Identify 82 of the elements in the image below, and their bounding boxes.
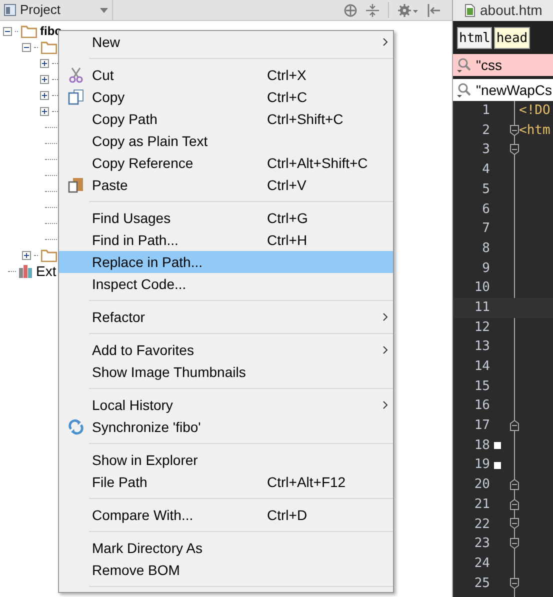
menu-item[interactable]: Compare With... Ctrl+D (59, 504, 393, 526)
fold-marker-icon[interactable] (510, 124, 519, 136)
line-number: 17 (473, 417, 490, 436)
expand-icon[interactable] (22, 250, 31, 260)
line-number: 9 (481, 260, 490, 278)
menu-item[interactable]: Local History (59, 394, 393, 416)
line-number: 21 (473, 496, 490, 514)
menu-item[interactable]: Paste Ctrl+V (59, 174, 393, 196)
gear-icon[interactable] (398, 4, 418, 16)
fold-marker-icon[interactable] (510, 498, 519, 510)
menu-item[interactable]: Copy Ctrl+C (59, 86, 393, 108)
menu-item[interactable]: Find in Path... Ctrl+H (59, 229, 393, 251)
panel-title: Project (20, 1, 60, 20)
menu-item[interactable]: Copy Path Ctrl+Shift+C (59, 108, 393, 130)
search-icon (456, 57, 472, 73)
fold-marker-icon[interactable] (510, 578, 519, 588)
fold-marker-icon[interactable] (510, 538, 519, 550)
line-number: 24 (473, 554, 490, 573)
folder-icon (41, 40, 57, 54)
menu-item[interactable]: Mark Directory As (59, 537, 393, 559)
line-number: 15 (473, 378, 490, 396)
line-number: 23 (473, 535, 490, 554)
folder-icon (21, 24, 37, 38)
crosshair-icon[interactable] (344, 4, 357, 16)
line-number: 18 (473, 436, 490, 455)
line-number: 3 (481, 141, 490, 160)
file-icon (465, 4, 475, 17)
line-number: 25 (473, 574, 490, 593)
code-text: <!DO (519, 102, 550, 120)
library-icon (19, 264, 33, 278)
caret-icon (100, 8, 108, 12)
editor-tab[interactable]: about.htm (453, 0, 553, 21)
pin-icon[interactable] (427, 4, 440, 16)
code-text: <htm (519, 122, 550, 140)
sticky-context-row[interactable]: "newWapCs (453, 79, 553, 101)
line-number: 19 (473, 456, 490, 474)
line-number: 11 (473, 298, 490, 317)
search-icon (456, 82, 472, 98)
expand-icon[interactable] (40, 90, 49, 100)
line-number: 1 (481, 102, 490, 120)
breadcrumb[interactable]: html (457, 26, 492, 48)
line-number: 16 (473, 397, 490, 416)
menu-item[interactable]: Find Usages Ctrl+G (59, 207, 393, 229)
collapse-icon[interactable] (22, 42, 31, 52)
line-number: 7 (481, 220, 490, 238)
menu-item[interactable]: Replace in Path... (59, 251, 393, 273)
line-number: 4 (481, 161, 490, 180)
fold-marker-icon[interactable] (510, 518, 519, 530)
menu-item[interactable]: Copy as Plain Text (59, 130, 393, 152)
breadcrumb[interactable]: head (494, 26, 530, 48)
menu-item[interactable]: New (59, 31, 393, 53)
menu-item[interactable]: File Path Ctrl+Alt+F12 (59, 471, 393, 493)
expand-icon[interactable] (40, 74, 49, 84)
menu-item[interactable]: Copy Reference Ctrl+Alt+Shift+C (59, 152, 393, 174)
sticky-context-row[interactable]: "css (453, 54, 553, 76)
line-number: 12 (473, 318, 490, 337)
tree-item-label[interactable]: Ext (36, 260, 56, 282)
menu-item[interactable]: Cut Ctrl+X (59, 64, 393, 86)
line-number: 6 (481, 200, 490, 219)
menu-item[interactable]: Add to Favorites (59, 339, 393, 361)
line-number: 10 (473, 279, 490, 298)
menu-item[interactable]: Remove BOM (59, 559, 393, 581)
folder-icon (41, 248, 57, 262)
collapse-icon[interactable] (3, 26, 12, 36)
expand-icon[interactable] (40, 58, 49, 68)
expand-icon[interactable] (40, 106, 49, 116)
fold-marker-icon[interactable] (510, 420, 519, 431)
line-number: 13 (473, 338, 490, 356)
menu-item[interactable]: Inspect Code... (59, 273, 393, 295)
line-number: 2 (481, 122, 490, 140)
line-number: 14 (473, 358, 490, 376)
menu-item[interactable]: Synchronize 'fibo' (59, 416, 393, 438)
project-icon (4, 4, 16, 16)
line-number: 22 (473, 516, 490, 534)
fold-marker-icon[interactable] (510, 144, 519, 156)
line-number: 8 (481, 240, 490, 258)
fold-marker-icon[interactable] (510, 479, 519, 490)
menu-item[interactable]: Show in Explorer (59, 449, 393, 471)
line-number: 20 (473, 476, 490, 494)
menu-item[interactable]: Show Image Thumbnails (59, 361, 393, 383)
menu-item[interactable]: Refactor (59, 306, 393, 328)
line-number: 5 (481, 180, 490, 199)
